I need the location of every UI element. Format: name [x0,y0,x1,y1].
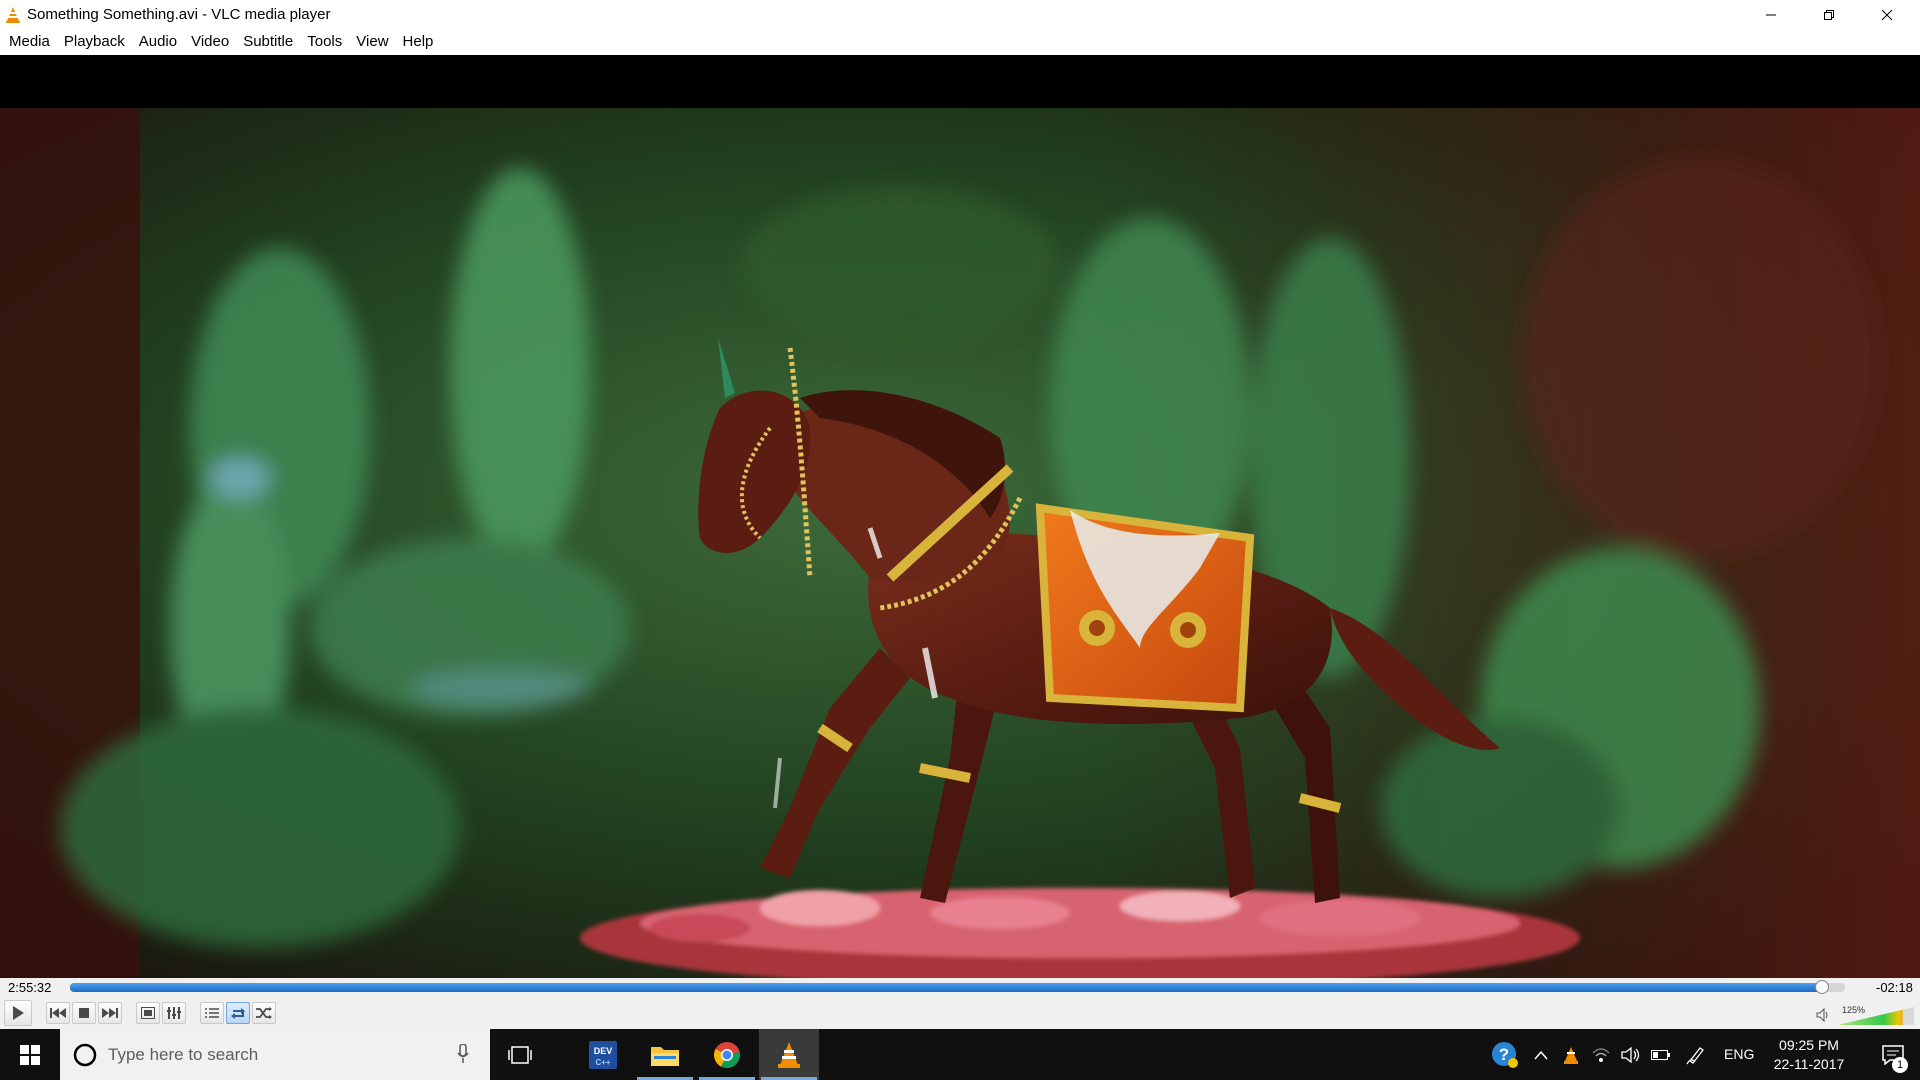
minimize-button[interactable] [1742,0,1800,30]
play-icon [13,1006,24,1020]
loop-icon [231,1008,245,1019]
speaker-icon [1621,1046,1640,1063]
seek-slider[interactable] [70,983,1845,992]
fullscreen-icon [141,1007,155,1019]
vlc-tray-button[interactable] [1558,1029,1584,1080]
close-button[interactable] [1858,0,1916,30]
menu-help[interactable]: Help [396,30,441,55]
menu-media[interactable]: Media [2,30,57,55]
video-frame-image [0,108,1920,978]
pen-workspace-button[interactable] [1682,1029,1710,1080]
chrome-taskbar-button[interactable] [697,1029,757,1080]
seek-bar-row: 2:55:32 -02:18 [0,978,1920,997]
search-input[interactable]: Type here to search [60,1029,490,1080]
menu-view[interactable]: View [349,30,395,55]
minimize-icon [1766,14,1776,16]
taskbar: Type here to search DEV C++ ? ENG 09:25 … [0,1029,1920,1080]
video-frame [0,108,1920,978]
help-tray-button[interactable]: ? [1488,1029,1522,1080]
svg-text:C++: C++ [595,1058,610,1067]
clock-time: 09:25 PM [1779,1037,1839,1053]
playlist-button[interactable] [200,1002,224,1024]
seek-progress-fill [70,983,1822,992]
windows-logo-icon [20,1044,40,1065]
shuffle-button[interactable] [252,1002,276,1024]
network-tray-button[interactable] [1588,1029,1614,1080]
previous-button[interactable] [46,1002,70,1024]
cortana-icon [73,1043,97,1066]
menu-audio[interactable]: Audio [132,30,184,55]
start-button[interactable] [0,1029,60,1080]
vlc-cone-icon [6,7,20,23]
speaker-volume-icon[interactable] [1816,1008,1832,1022]
elapsed-time: 2:55:32 [8,980,52,995]
menu-video[interactable]: Video [184,30,236,55]
fullscreen-button[interactable] [136,1002,160,1024]
volume-percent: 125% [1842,1005,1866,1015]
shuffle-icon [256,1007,272,1019]
next-button[interactable] [98,1002,122,1024]
wifi-icon [1592,1047,1610,1062]
svg-text:?: ? [1499,1045,1509,1064]
battery-tray-button[interactable] [1648,1029,1674,1080]
task-view-icon [508,1045,532,1064]
vlc-taskbar-button[interactable] [759,1029,819,1080]
video-area[interactable] [0,55,1920,978]
menu-tools[interactable]: Tools [300,30,349,55]
language-indicator[interactable]: ENG [1724,1046,1754,1062]
vlc-icon [778,1041,800,1068]
chrome-icon [714,1041,740,1068]
title-bar: Something Something.avi - VLC media play… [0,0,1920,30]
menu-subtitle[interactable]: Subtitle [236,30,300,55]
task-view-button[interactable] [490,1029,550,1080]
loop-button[interactable] [226,1002,250,1024]
devcpp-taskbar-button[interactable]: DEV C++ [573,1029,633,1080]
extended-settings-icon [167,1007,181,1019]
clock[interactable]: 09:25 PM 22-11-2017 [1760,1036,1858,1074]
remaining-time[interactable]: -02:18 [1876,980,1913,995]
vlc-tray-icon [1564,1046,1578,1064]
playback-controls: 125% [0,997,1920,1029]
playlist-icon [205,1008,219,1018]
restore-button[interactable] [1800,0,1858,30]
play-button[interactable] [4,1000,32,1026]
svg-text:DEV: DEV [594,1046,613,1056]
previous-icon [50,1008,66,1018]
stop-icon [79,1008,89,1018]
microphone-icon[interactable] [457,1044,469,1064]
volume-tray-button[interactable] [1618,1029,1644,1080]
next-icon [102,1008,118,1018]
restore-icon [1824,10,1834,20]
notification-count-badge: 1 [1892,1057,1908,1073]
show-hidden-icons-button[interactable] [1528,1029,1554,1080]
battery-icon [1651,1049,1670,1060]
devcpp-icon: DEV C++ [589,1040,617,1069]
action-center-button[interactable] [1868,1029,1918,1080]
clock-date: 22-11-2017 [1773,1056,1845,1072]
menu-playback[interactable]: Playback [57,30,132,55]
close-icon [1881,9,1893,21]
search-placeholder: Type here to search [108,1044,259,1064]
file-explorer-taskbar-button[interactable] [635,1029,695,1080]
extended-settings-button[interactable] [162,1002,186,1024]
pen-icon [1686,1046,1704,1064]
file-explorer-icon [651,1046,679,1066]
help-icon: ? [1492,1041,1518,1068]
seek-handle[interactable] [1814,980,1829,994]
chevron-up-icon [1534,1050,1548,1059]
menu-bar: Media Playback Audio Video Subtitle Tool… [0,30,1920,55]
stop-button[interactable] [72,1002,96,1024]
window-title: Something Something.avi - VLC media play… [27,6,331,23]
